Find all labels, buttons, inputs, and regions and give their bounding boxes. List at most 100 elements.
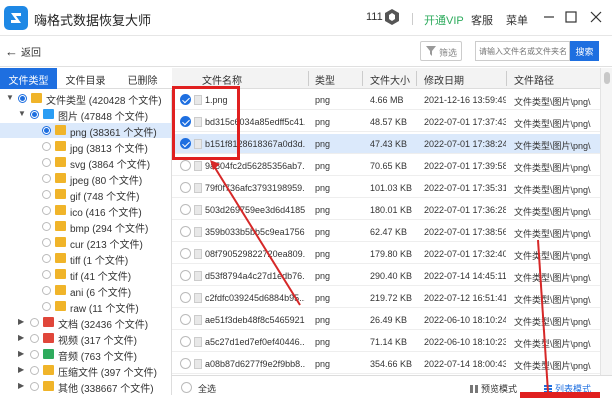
row-checkbox[interactable] [180,248,191,259]
tree-checkbox[interactable] [30,382,39,391]
tree-node-label: 视频 (317 个文件) [58,336,137,347]
expand-arrow-icon[interactable]: ▶ [18,365,24,374]
row-checkbox[interactable] [180,336,191,347]
tree-node[interactable]: ▶ 压缩文件 (397 个文件) [0,363,171,379]
vip-link[interactable]: 开通VIP [424,12,464,28]
tree-node[interactable]: png (38361 个文件) [0,123,171,139]
close-icon[interactable] [589,10,603,24]
search-input[interactable] [475,41,570,61]
expand-arrow-icon[interactable]: ▶ [18,333,24,342]
row-checkbox[interactable] [180,182,191,193]
service-link[interactable]: 客服 [471,12,493,28]
col-path[interactable]: 文件路径 [514,72,554,87]
tree-checkbox[interactable] [42,174,51,183]
tree-node[interactable]: tif (41 个文件) [0,267,171,283]
back-button[interactable]: ← 返回 [5,44,41,59]
table-row[interactable]: ae51f3deb48f8c5465921... png 26.49 KB 2022-… [172,310,600,330]
tree-checkbox[interactable] [42,190,51,199]
row-checkbox[interactable] [180,292,191,303]
select-all[interactable]: 全选 [181,382,216,395]
tree-checkbox[interactable] [42,158,51,167]
tree-checkbox[interactable] [30,110,39,119]
tree-checkbox[interactable] [42,286,51,295]
tree-node[interactable]: ani (6 个文件) [0,283,171,299]
table-row[interactable]: 359b033b5bb5c9ea1756... png 62.47 KB 2022-0… [172,222,600,242]
col-type[interactable]: 类型 [315,72,335,87]
expand-arrow-icon[interactable]: ▶ [18,317,24,326]
table-row[interactable]: 503d269759ee3d6d4185... png 180.01 KB 2022-… [172,200,600,220]
tree-checkbox[interactable] [30,366,39,375]
column-divider[interactable] [362,71,363,86]
tree-node[interactable]: ▶ 文档 (32436 个文件) [0,315,171,331]
row-checkbox[interactable] [180,314,191,325]
row-checkbox[interactable] [180,160,191,171]
tree-checkbox[interactable] [30,318,39,327]
collapse-arrow-icon[interactable]: ▼ [6,93,14,102]
tree-node[interactable]: jpg (3813 个文件) [0,139,171,155]
tree-checkbox[interactable] [42,126,51,135]
search-button[interactable]: 搜索 [570,41,599,61]
minimize-icon[interactable] [542,10,556,24]
row-checkbox[interactable] [180,358,191,369]
image-file-icon [194,227,202,237]
table-row[interactable]: 79f0f736afc3793198959... png 101.03 KB 2022… [172,178,600,198]
expand-arrow-icon[interactable]: ▶ [18,381,24,390]
menu-link[interactable]: 菜单 [506,12,528,28]
tree-node[interactable]: ▼ 文件类型 (420428 个文件) [0,91,171,107]
folder-icon [55,125,66,135]
maximize-icon[interactable] [564,10,578,24]
tree-node[interactable]: jpeg (80 个文件) [0,171,171,187]
tree-node[interactable]: ▼ 图片 (47848 个文件) [0,107,171,123]
tab-file-type[interactable]: 文件类型 [0,68,57,89]
row-checkbox[interactable] [180,270,191,281]
col-size[interactable]: 文件大小 [370,72,410,87]
tab-deleted[interactable]: 已删除 [114,68,171,89]
table-row[interactable]: d53f8794a4c27d1edb76... png 290.40 KB 2022-… [172,266,600,286]
collapse-arrow-icon[interactable]: ▼ [18,109,26,118]
tree-node[interactable]: ico (416 个文件) [0,203,171,219]
tree-node[interactable]: ▶ 其他 (338667 个文件) [0,379,171,395]
column-divider[interactable] [308,71,309,86]
tree-node[interactable]: raw (11 个文件) [0,299,171,315]
tree-node[interactable]: ▶ 音频 (763 个文件) [0,347,171,363]
preview-mode-button[interactable]: 预览模式 [470,382,517,395]
scrollbar-thumb[interactable] [604,72,610,84]
tree-checkbox[interactable] [42,206,51,215]
tree-checkbox[interactable] [42,222,51,231]
select-all-checkbox[interactable] [181,382,192,393]
col-name[interactable]: 文件名称 [202,72,242,87]
tree-checkbox[interactable] [42,302,51,311]
cell-date: 2022-06-10 18:10:24 [424,315,506,325]
cell-date: 2022-06-10 18:10:23 [424,337,506,347]
annotation-highlight-box [172,86,240,160]
cell-size: 26.49 KB [370,315,408,325]
tree-checkbox[interactable] [42,270,51,279]
expand-arrow-icon[interactable]: ▶ [18,349,24,358]
tree-node[interactable]: gif (748 个文件) [0,187,171,203]
table-row[interactable]: a5c27d1ed7ef0ef40446... png 71.14 KB 2022-0… [172,332,600,352]
table-row[interactable]: c2fdfc039245d6884b95... png 219.72 KB 2022-… [172,288,600,308]
tab-file-directory[interactable]: 文件目录 [57,68,114,89]
gem-icon[interactable] [385,9,399,25]
tree-node[interactable]: svg (3864 个文件) [0,155,171,171]
vertical-scrollbar[interactable] [600,68,612,375]
tree-node[interactable]: tiff (1 个文件) [0,251,171,267]
cell-name: 359b033b5bb5c9ea1756... [205,227,305,237]
row-checkbox[interactable] [180,204,191,215]
filter-button[interactable]: 筛选 [420,41,462,61]
column-divider[interactable] [416,71,417,86]
column-divider[interactable] [506,71,507,86]
tree-checkbox[interactable] [42,254,51,263]
tree-node[interactable]: ▶ 视频 (317 个文件) [0,331,171,347]
tree-checkbox[interactable] [30,334,39,343]
tree-checkbox[interactable] [42,142,51,151]
tree-node[interactable]: cur (213 个文件) [0,235,171,251]
col-date[interactable]: 修改日期 [424,72,464,87]
table-row[interactable]: 08f790529822720ea809... png 179.80 KB 2022-… [172,244,600,264]
tree-checkbox[interactable] [42,238,51,247]
tree-checkbox[interactable] [30,350,39,359]
tree-node[interactable]: bmp (294 个文件) [0,219,171,235]
tree-checkbox[interactable] [18,94,27,103]
table-row[interactable]: a08b87d6277f9e2f9bb8... png 354.66 KB 2022-… [172,354,600,374]
row-checkbox[interactable] [180,226,191,237]
